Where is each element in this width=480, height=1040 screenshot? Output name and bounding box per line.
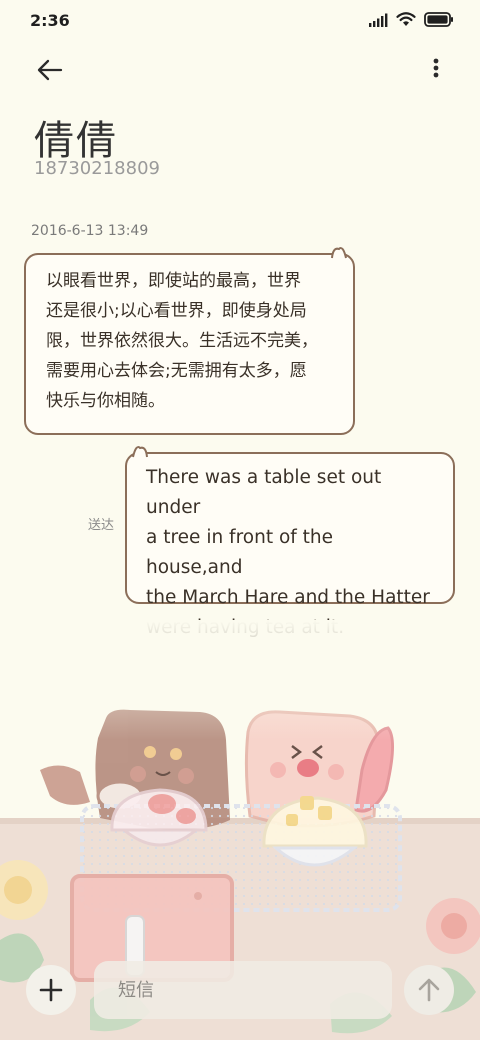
incoming-message-bubble[interactable]: 以眼看世界，即使站的最高，世界 还是很小;以心看世界，即使身处局 限，世界依然很…	[24, 247, 355, 435]
status-icons	[368, 12, 454, 27]
message-line: 限，世界依然很大。生活远不完美，	[46, 331, 318, 351]
send-button[interactable]	[404, 965, 454, 1015]
battery-icon	[424, 12, 453, 27]
message-line: 还是很小;以心看世界，即使身处局	[46, 301, 307, 321]
arrow-left-icon	[37, 59, 63, 81]
message-line: 需要用心去体会;无需拥有太多，愿	[46, 361, 307, 381]
contact-phone: 18730218809	[34, 158, 160, 179]
add-attachment-button[interactable]	[26, 965, 76, 1015]
status-bar: 2:36	[0, 0, 480, 42]
delivered-status: 送达	[88, 517, 115, 532]
more-options-button[interactable]	[428, 54, 444, 88]
back-button[interactable]	[30, 52, 70, 88]
message-line: a tree in front of the house,and	[146, 527, 334, 578]
status-time: 2:36	[30, 11, 70, 30]
outgoing-message-bubble[interactable]: There was a table set out under a tree i…	[125, 446, 455, 638]
message-line: the March Hare and the Hatter	[146, 587, 430, 608]
message-line: There was a table set out under	[146, 467, 382, 518]
bubble-ear-decoration	[132, 446, 148, 458]
plus-icon	[39, 978, 63, 1002]
arrow-up-icon	[418, 978, 440, 1002]
message-line: 快乐与你相随。	[46, 391, 165, 411]
more-vertical-icon	[433, 58, 439, 78]
message-composer	[0, 955, 480, 1025]
signal-icon	[369, 13, 388, 27]
message-line: 以眼看世界，即使站的最高，世界	[46, 271, 301, 291]
sms-input[interactable]	[94, 961, 392, 1019]
bubble-ear-decoration	[331, 247, 347, 259]
nav-bar	[0, 48, 480, 92]
message-timestamp: 2016-6-13 13:49	[31, 223, 149, 239]
wifi-icon	[396, 12, 416, 26]
